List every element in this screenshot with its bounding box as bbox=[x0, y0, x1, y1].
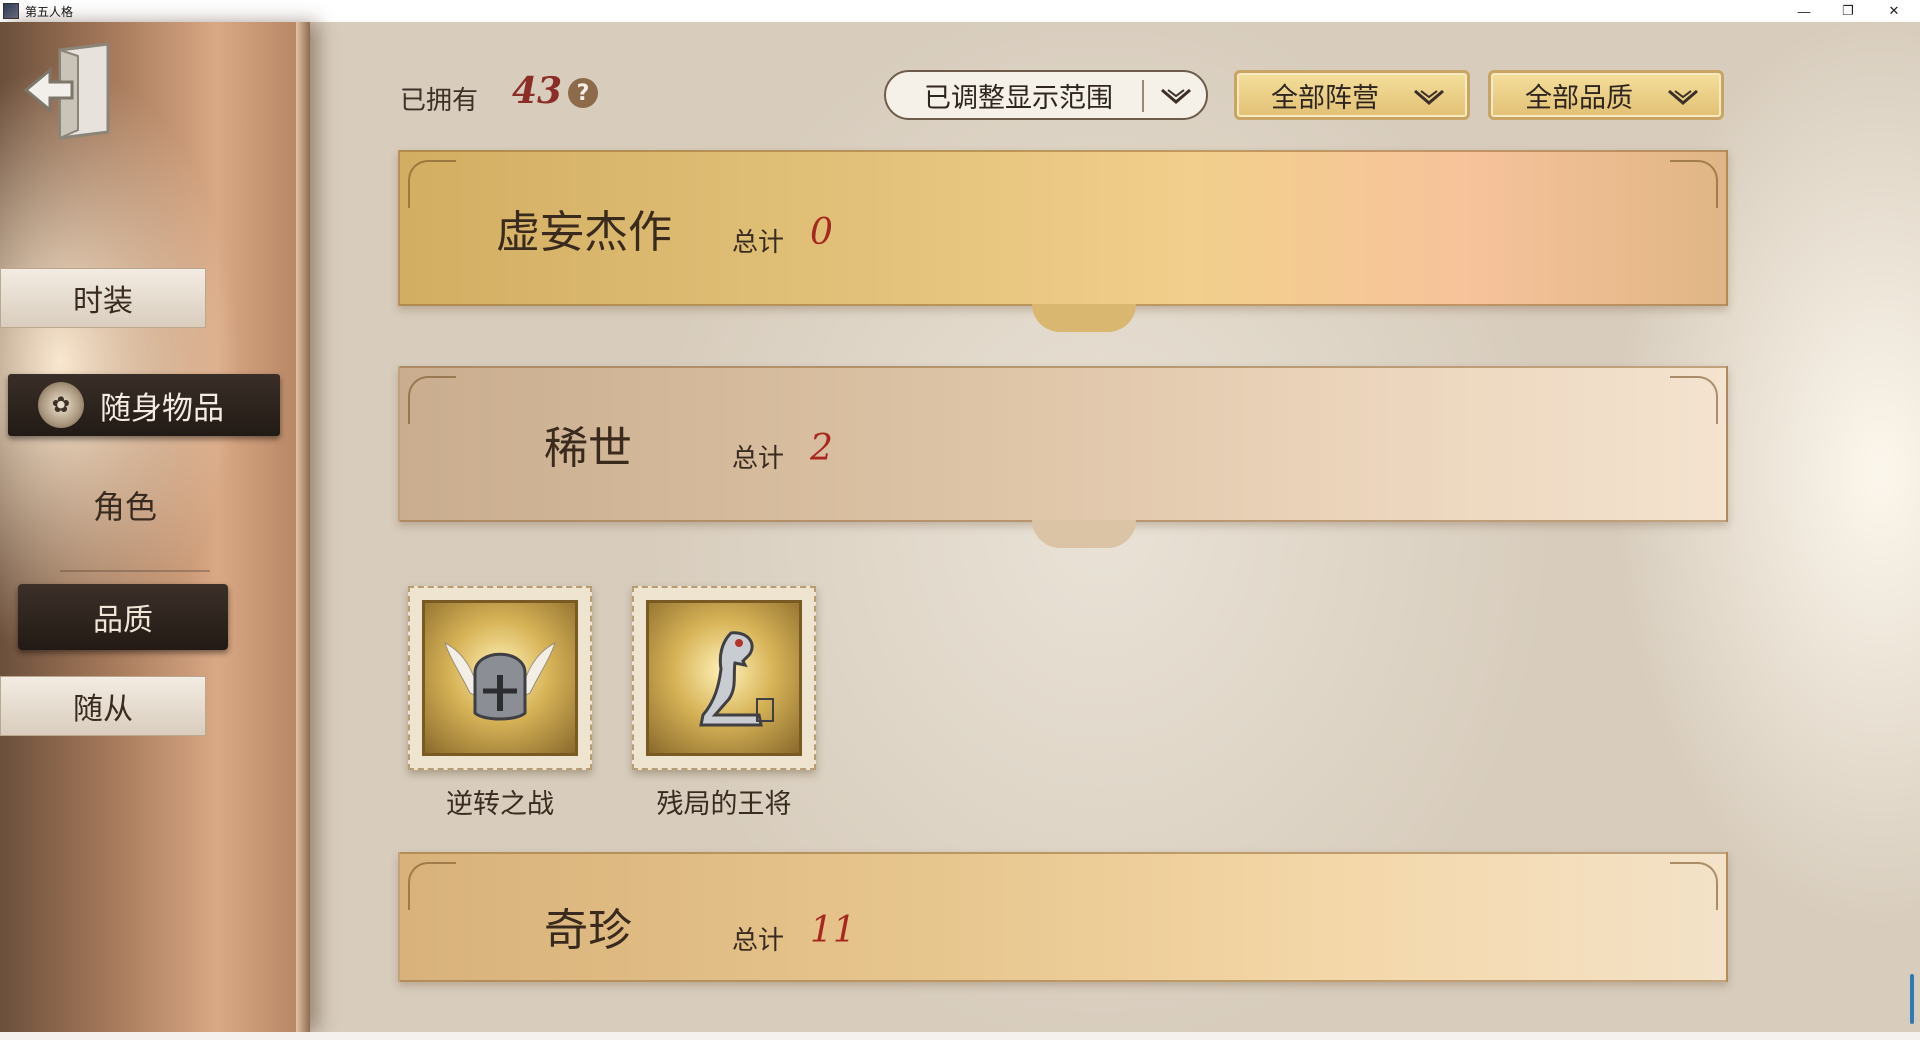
sidebar-item-label: 时装 bbox=[73, 284, 133, 319]
sidebar-item-label: 品质 bbox=[93, 603, 153, 638]
item-card[interactable]: 残局的王将 bbox=[632, 586, 822, 826]
item-stamp-frame bbox=[632, 586, 816, 770]
banner-notch bbox=[1032, 304, 1136, 332]
window-title: 第五人格 bbox=[25, 4, 74, 19]
banner-notch bbox=[1032, 520, 1136, 548]
close-button[interactable]: ✕ bbox=[1872, 0, 1916, 22]
sidebar-item-label: 随身物品 bbox=[100, 390, 224, 427]
category-banner-rare[interactable]: 稀世 总计 2 bbox=[398, 366, 1728, 522]
owned-label: 已拥有 bbox=[400, 86, 479, 116]
camp-filter-dropdown[interactable]: 全部阵营 bbox=[1234, 70, 1470, 120]
help-icon[interactable]: ? bbox=[568, 78, 598, 108]
winged-helmet-icon bbox=[422, 600, 578, 756]
category-total-count: 0 bbox=[810, 212, 833, 253]
range-filter-dropdown[interactable]: 已调整显示范围 bbox=[884, 70, 1208, 120]
category-total-label: 总计 bbox=[732, 228, 785, 258]
category-total-count: 11 bbox=[810, 910, 856, 951]
category-banner-masterpiece[interactable]: 虚妄杰作 总计 0 bbox=[398, 150, 1728, 306]
chevron-down-icon bbox=[1668, 89, 1698, 105]
category-title: 稀世 bbox=[544, 423, 632, 474]
item-stamp-frame bbox=[408, 586, 592, 770]
sidebar-item-label: 随从 bbox=[73, 692, 133, 727]
category-total-count: 2 bbox=[810, 428, 833, 469]
item-name: 逆转之战 bbox=[446, 789, 554, 820]
exit-icon[interactable] bbox=[20, 40, 120, 140]
item-card[interactable]: 逆转之战 bbox=[408, 586, 598, 826]
owned-count: 43 bbox=[512, 70, 563, 112]
range-filter-label: 已调整显示范围 bbox=[924, 82, 1113, 114]
sidebar-item-accessories[interactable]: ✿ 随身物品 bbox=[8, 374, 280, 436]
item-name: 残局的王将 bbox=[656, 789, 792, 820]
sidebar-item-character[interactable]: 角色 bbox=[60, 482, 190, 532]
scrollbar[interactable] bbox=[1910, 974, 1914, 1024]
quality-filter-dropdown[interactable]: 全部品质 bbox=[1488, 70, 1724, 120]
category-total-label: 总计 bbox=[732, 926, 785, 956]
chevron-down-icon bbox=[1414, 89, 1444, 105]
emblem-icon: ✿ bbox=[38, 382, 84, 428]
minimize-button[interactable]: — bbox=[1782, 0, 1826, 22]
category-banner-treasure[interactable]: 奇珍 总计 11 bbox=[398, 852, 1728, 982]
sidebar-divider bbox=[60, 570, 210, 572]
app-icon bbox=[3, 3, 19, 19]
sidebar-item-follower[interactable]: 随从 bbox=[0, 676, 206, 736]
camp-filter-label: 全部阵营 bbox=[1271, 82, 1379, 114]
category-title: 虚妄杰作 bbox=[496, 207, 672, 258]
window-titlebar: 第五人格 — ❐ ✕ bbox=[0, 0, 1920, 23]
bottom-strip bbox=[0, 1032, 1920, 1040]
restore-button[interactable]: ❐ bbox=[1826, 0, 1870, 22]
quality-filter-label: 全部品质 bbox=[1525, 82, 1633, 114]
chess-piece-icon bbox=[646, 600, 802, 756]
dropdown-separator bbox=[1142, 80, 1144, 112]
category-total-label: 总计 bbox=[732, 444, 785, 474]
category-title: 奇珍 bbox=[544, 905, 632, 956]
chevron-down-icon bbox=[1161, 88, 1191, 104]
sidebar-item-quality[interactable]: 品质 bbox=[18, 584, 228, 650]
sidebar-item-costume[interactable]: 时装 bbox=[0, 268, 206, 328]
